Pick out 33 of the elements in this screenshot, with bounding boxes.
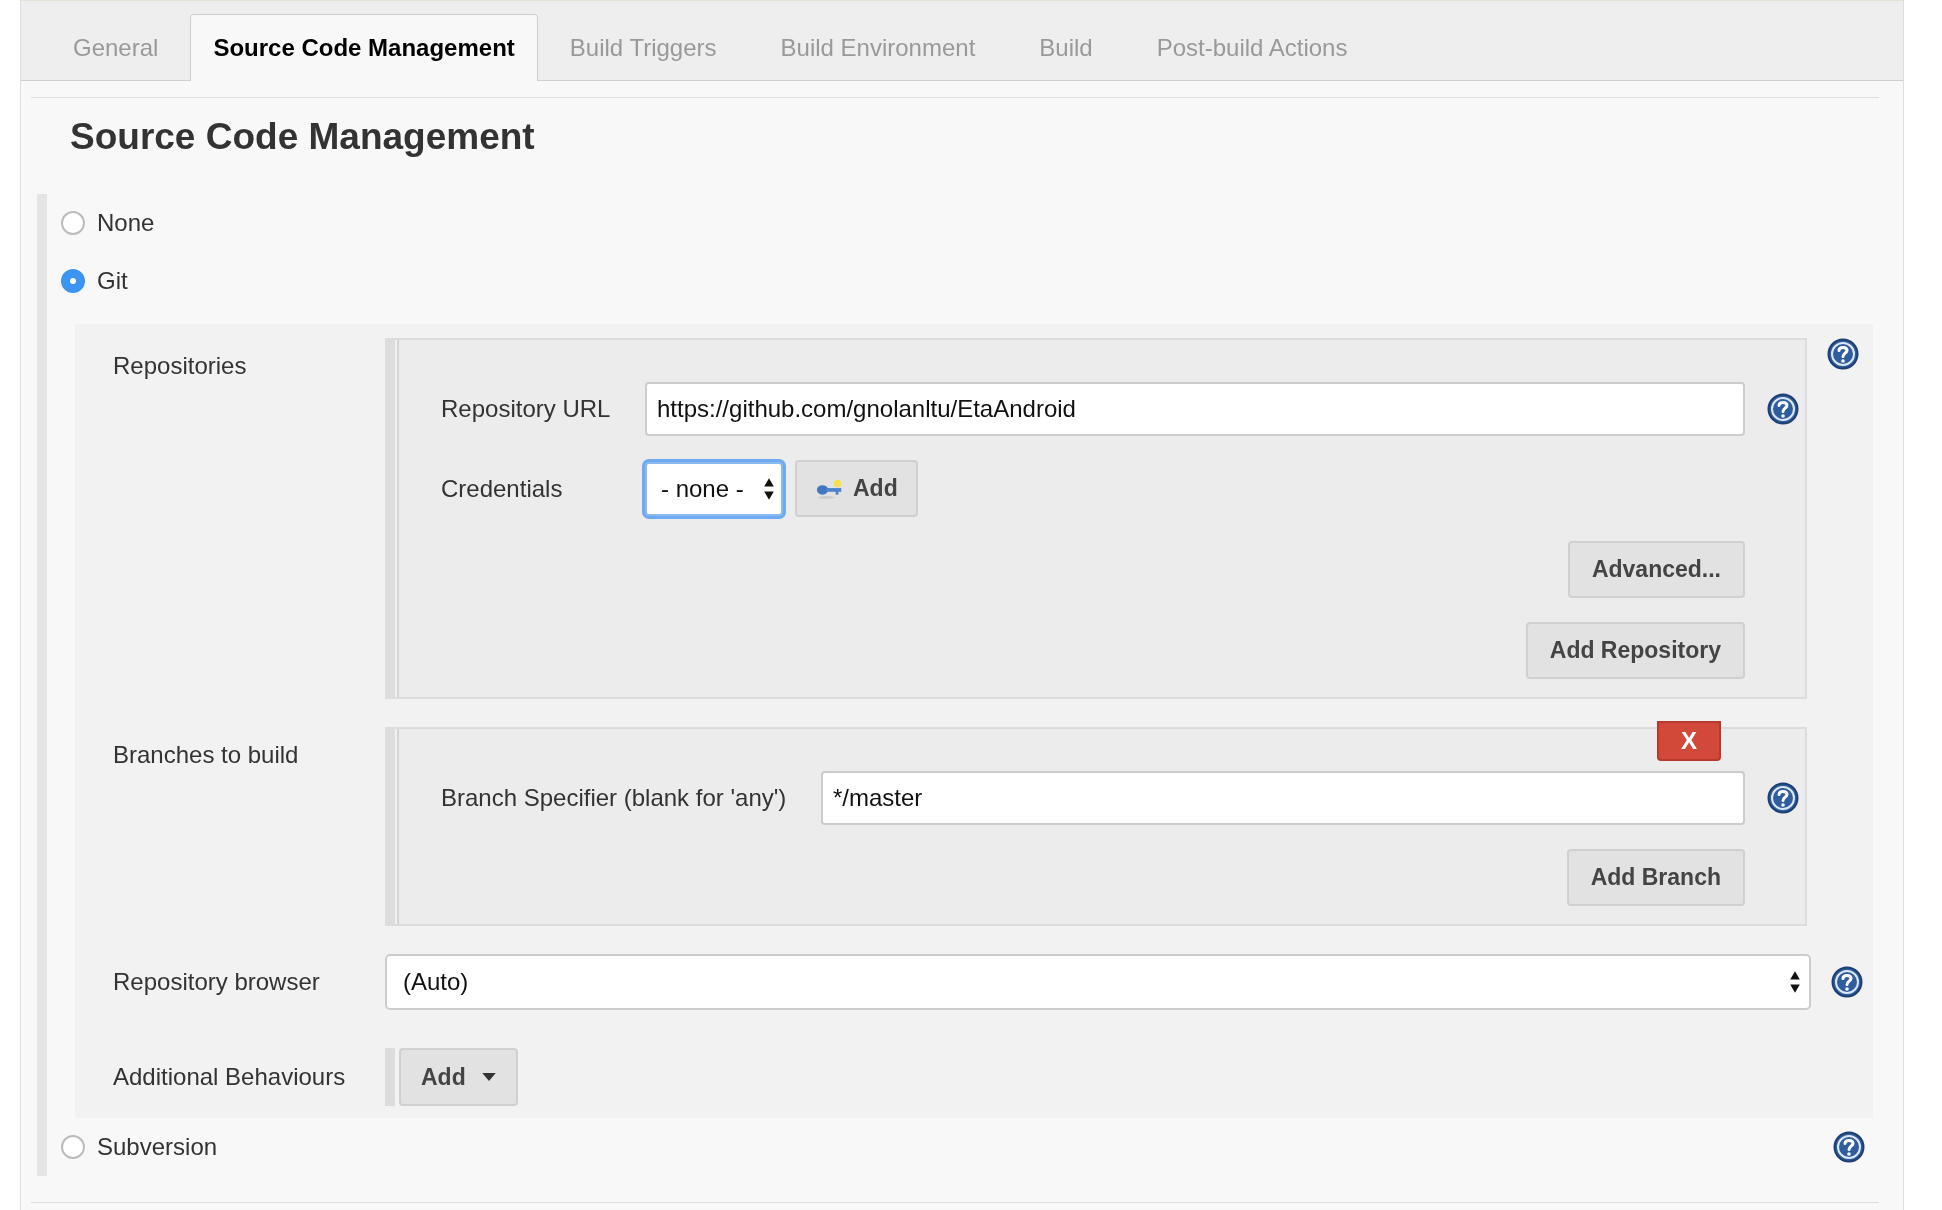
- radio-label: Git: [97, 267, 128, 295]
- add-behaviour-button[interactable]: Add: [399, 1048, 518, 1106]
- updown-arrows-icon: [763, 476, 775, 501]
- field-label: Repository browser: [113, 968, 321, 996]
- field-label: Credentials: [441, 474, 564, 503]
- radio-button[interactable]: [61, 211, 85, 235]
- help-icon[interactable]: [1767, 393, 1799, 425]
- updown-arrows-icon: [1789, 970, 1801, 994]
- field-label: Branches to build: [113, 740, 300, 769]
- repository-url-field[interactable]: https://github.com/gnolanltu/EtaAndroid: [645, 382, 1745, 436]
- help-icon[interactable]: [1827, 338, 1859, 370]
- radio-label: Subversion: [97, 1133, 218, 1161]
- advanced-button[interactable]: Advanced...: [1567, 541, 1745, 598]
- add-branch-button[interactable]: Add Branch: [1566, 849, 1745, 906]
- radio-label: None: [97, 209, 155, 237]
- help-icon[interactable]: [1767, 782, 1799, 814]
- section-heading: Source Code Management: [70, 116, 536, 158]
- credentials-select[interactable]: - none -: [645, 461, 783, 516]
- delete-button[interactable]: X: [1657, 721, 1721, 761]
- field-label: Repository URL: [441, 395, 612, 423]
- radio-button[interactable]: [61, 269, 85, 293]
- radio-button[interactable]: [61, 1135, 85, 1159]
- tab[interactable]: Source Code Management: [190, 14, 538, 81]
- help-icon[interactable]: [1831, 966, 1863, 998]
- repository-browser-select[interactable]: (Auto): [385, 954, 1811, 1010]
- help-icon[interactable]: [1833, 1131, 1865, 1163]
- add-credentials-button[interactable]: Add: [795, 460, 918, 517]
- branch-specifier-field[interactable]: */master: [821, 771, 1745, 825]
- field-label: Branch Specifier (blank for 'any'): [441, 784, 788, 812]
- add-repository-button[interactable]: Add Repository: [1525, 622, 1745, 679]
- caret-icon: [481, 1072, 496, 1082]
- field-label: Additional Behaviours: [113, 1063, 347, 1091]
- field-label: Repositories: [113, 351, 248, 380]
